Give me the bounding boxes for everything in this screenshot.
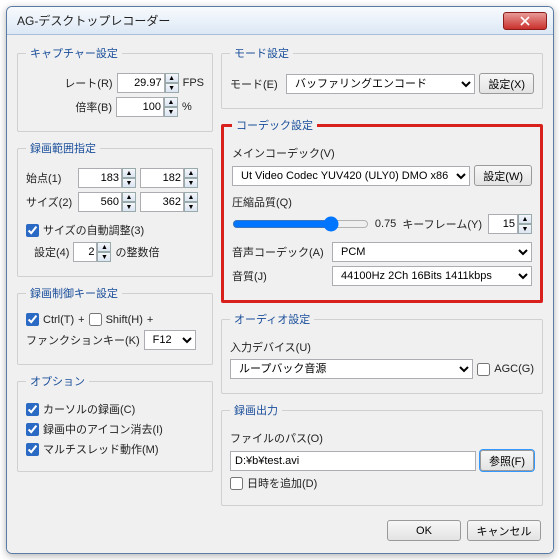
window-title: AG-デスクトップレコーダー [17, 12, 503, 29]
device-select[interactable]: ループバック音源 [230, 359, 473, 379]
tray-checkbox[interactable] [26, 423, 39, 436]
agc-label: AGC(G) [494, 363, 534, 375]
rate-down[interactable]: ▼ [165, 83, 179, 93]
sh-up[interactable]: ▲ [184, 192, 198, 202]
datetime-checkbox[interactable] [230, 477, 243, 490]
auto-adjust-label: サイズの自動調整(3) [43, 222, 144, 238]
scale-label: 倍率(B) [75, 99, 112, 115]
quality-value: 0.75 [375, 218, 396, 230]
capture-legend: キャプチャー設定 [26, 45, 122, 61]
main-codec-label: メインコーデック(V) [232, 145, 335, 161]
ctrl-checkbox[interactable] [26, 313, 39, 326]
origin-x-input[interactable] [78, 168, 122, 188]
keyframe-label: キーフレーム(Y) [402, 216, 482, 232]
mult-label: の整数倍 [115, 244, 159, 260]
oy-down[interactable]: ▼ [184, 178, 198, 188]
codec-settings-group: コーデック設定 メインコーデック(V) Ut Video Codec YUV42… [221, 117, 543, 303]
shift-label: Shift(H) [106, 314, 143, 326]
range-legend: 録画範囲指定 [26, 140, 100, 156]
close-button[interactable] [503, 12, 547, 30]
cancel-button[interactable]: キャンセル [467, 520, 541, 541]
size-w-input[interactable] [78, 192, 122, 212]
set-up[interactable]: ▲ [97, 242, 111, 252]
options-group: オプション カーソルの録画(C) 録画中のアイコン消去(I) マルチスレッド動作… [17, 373, 213, 472]
options-legend: オプション [26, 373, 89, 389]
sw-up[interactable]: ▲ [122, 192, 136, 202]
audio-codec-label: 音声コーデック(A) [232, 244, 328, 260]
oy-up[interactable]: ▲ [184, 168, 198, 178]
mode-config-button[interactable]: 設定(X) [479, 73, 534, 94]
capture-settings-group: キャプチャー設定 レート(R) ▲▼ FPS 倍率(B) ▲▼ % [17, 45, 213, 132]
size-h-input[interactable] [140, 192, 184, 212]
audio-legend: オーディオ設定 [230, 311, 314, 327]
cursor-checkbox[interactable] [26, 403, 39, 416]
main-codec-select[interactable]: Ut Video Codec YUV420 (ULY0) DMO x86 [232, 166, 470, 186]
keyframe-input[interactable] [488, 214, 518, 234]
tray-label: 録画中のアイコン消去(I) [43, 421, 163, 437]
audio-quality-select[interactable]: 44100Hz 2Ch 16Bits 1411kbps [332, 266, 532, 286]
rate-label: レート(R) [64, 75, 112, 91]
kf-down[interactable]: ▼ [518, 224, 532, 234]
fps-label: FPS [183, 77, 204, 89]
ok-button[interactable]: OK [387, 520, 461, 541]
close-icon [520, 16, 530, 26]
hotkey-settings-group: 録画制御キー設定 Ctrl(T) + Shift(H) + ファンクションキー(… [17, 285, 213, 365]
mode-label: モード(E) [230, 76, 282, 92]
plus2: + [147, 314, 153, 326]
sw-down[interactable]: ▼ [122, 202, 136, 212]
scale-input[interactable] [116, 97, 164, 117]
rate-input[interactable] [117, 73, 165, 93]
auto-adjust-checkbox[interactable] [26, 224, 39, 237]
scale-up[interactable]: ▲ [164, 97, 178, 107]
range-settings-group: 録画範囲指定 始点(1) ▲▼ ▲▼ サイズ(2) ▲▼ ▲▼ サイズの自動調整… [17, 140, 213, 277]
dialog-buttons: OK キャンセル [17, 514, 543, 543]
datetime-label: 日時を追加(D) [247, 475, 317, 491]
rate-up[interactable]: ▲ [165, 73, 179, 83]
quality-slider[interactable] [232, 214, 369, 234]
audio-settings-group: オーディオ設定 入力デバイス(U) ループバック音源 AGC(G) [221, 311, 543, 394]
hotkey-legend: 録画制御キー設定 [26, 285, 122, 301]
setting-label: 設定(4) [34, 244, 69, 260]
fn-select[interactable]: F12 [144, 330, 196, 350]
audio-codec-select[interactable]: PCM [332, 242, 532, 262]
kf-up[interactable]: ▲ [518, 214, 532, 224]
dialog-window: AG-デスクトップレコーダー キャプチャー設定 レート(R) ▲▼ FPS 倍率… [6, 6, 554, 554]
browse-button[interactable]: 参照(F) [480, 450, 534, 471]
titlebar[interactable]: AG-デスクトップレコーダー [7, 7, 553, 35]
origin-label: 始点(1) [26, 170, 74, 186]
mode-settings-group: モード設定 モード(E) バッファリングエンコード 設定(X) [221, 45, 543, 109]
path-label: ファイルのパス(O) [230, 430, 323, 446]
setting-input[interactable] [73, 242, 97, 262]
fn-label: ファンクションキー(K) [26, 332, 140, 348]
client-area: キャプチャー設定 レート(R) ▲▼ FPS 倍率(B) ▲▼ % 録画範囲指定 [7, 35, 553, 553]
device-label: 入力デバイス(U) [230, 339, 311, 355]
size-label: サイズ(2) [26, 194, 74, 210]
path-input[interactable] [230, 451, 476, 471]
audio-quality-label: 音質(J) [232, 268, 328, 284]
ctrl-label: Ctrl(T) [43, 314, 74, 326]
agc-checkbox[interactable] [477, 363, 490, 376]
sh-down[interactable]: ▼ [184, 202, 198, 212]
pct-label: % [182, 101, 204, 113]
mt-checkbox[interactable] [26, 443, 39, 456]
output-settings-group: 録画出力 ファイルのパス(O) 参照(F) 日時を追加(D) [221, 402, 543, 506]
origin-y-input[interactable] [140, 168, 184, 188]
ox-down[interactable]: ▼ [122, 178, 136, 188]
quality-label: 圧縮品質(Q) [232, 194, 292, 210]
codec-config-button[interactable]: 設定(W) [474, 165, 532, 186]
mt-label: マルチスレッド動作(M) [43, 441, 159, 457]
mode-select[interactable]: バッファリングエンコード [286, 74, 475, 94]
plus1: + [78, 314, 84, 326]
shift-checkbox[interactable] [89, 313, 102, 326]
set-down[interactable]: ▼ [97, 252, 111, 262]
output-legend: 録画出力 [230, 402, 282, 418]
codec-legend: コーデック設定 [232, 117, 317, 133]
ox-up[interactable]: ▲ [122, 168, 136, 178]
mode-legend: モード設定 [230, 45, 293, 61]
scale-down[interactable]: ▼ [164, 107, 178, 117]
cursor-label: カーソルの録画(C) [43, 401, 135, 417]
